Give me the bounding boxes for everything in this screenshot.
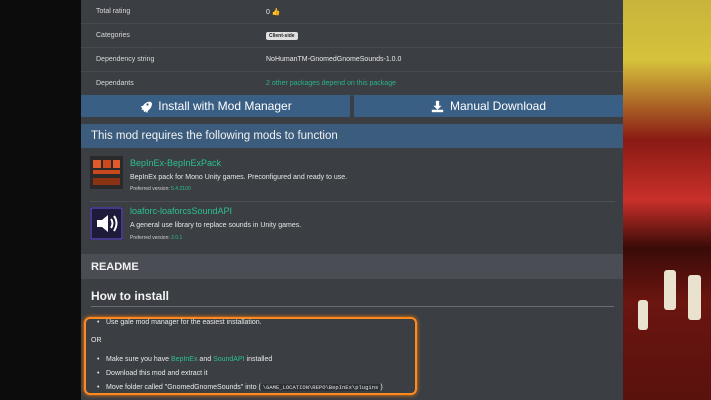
package-info-table: Total rating 0 👍 Categories Client-side … xyxy=(81,0,623,96)
list-item-text: Download this mod and extract it xyxy=(106,370,208,377)
list-item-text: Make sure you have xyxy=(106,356,170,363)
info-key: Total rating xyxy=(96,8,131,15)
bepinex-link[interactable]: BepInEx xyxy=(171,356,197,363)
path-code: \GAME_LOCATION\REPO\BepInEx\plugins xyxy=(260,384,381,391)
preferred-version-link[interactable]: 5.4.2100 xyxy=(171,186,190,192)
list-item: • Move folder called "GnomedGnomeSounds"… xyxy=(97,384,383,391)
info-key: Dependency string xyxy=(96,56,155,63)
readme-content: How to install • Use gale mod manager for… xyxy=(81,279,623,400)
list-item-text: Move folder called "GnomedGnomeSounds" i… xyxy=(106,384,261,391)
install-button-label: Install with Mod Manager xyxy=(158,99,292,113)
install-mod-manager-button[interactable]: Install with Mod Manager xyxy=(81,95,350,117)
rating-count: 0 xyxy=(266,8,270,16)
rating-value: 0 👍 xyxy=(266,8,281,16)
requirements-header: This mod requires the following mods to … xyxy=(81,124,623,148)
readme-header: README xyxy=(81,254,623,279)
info-row-categories: Categories Client-side xyxy=(81,24,623,48)
preferred-version-link[interactable]: 2.0.1 xyxy=(171,235,182,241)
list-item-text: installed xyxy=(246,356,273,363)
info-row-dependency-string: Dependency string NoHumanTM-GnomedGnomeS… xyxy=(81,48,623,72)
list-item: • Make sure you have BepInEx and SoundAP… xyxy=(97,356,273,363)
list-item-text: and xyxy=(199,356,212,363)
manual-download-button[interactable]: Manual Download xyxy=(354,95,623,117)
divider xyxy=(90,201,615,202)
download-button-label: Manual Download xyxy=(449,99,547,113)
info-row-rating: Total rating 0 👍 xyxy=(81,0,623,24)
dependency-name-link[interactable]: BepInEx-BepInExPack xyxy=(130,158,221,168)
list-item-text: ) xyxy=(380,384,383,391)
readme-section-title: How to install xyxy=(91,289,169,303)
thumbs-up-icon[interactable]: 👍 xyxy=(272,9,281,16)
dependency-description: A general use library to replace sounds … xyxy=(130,222,302,229)
dependency-name-link[interactable]: loaforc-loaforcsSoundAPI xyxy=(130,206,232,216)
package-page: Total rating 0 👍 Categories Client-side … xyxy=(81,0,623,400)
soundapi-link[interactable]: SoundAPI xyxy=(213,356,245,363)
preferred-version-label: Preferred version: xyxy=(130,235,170,241)
dependants-link[interactable]: 2 other packages depend on this package xyxy=(266,80,396,87)
background-art xyxy=(622,0,711,400)
preferred-version: Preferred version: 2.0.1 xyxy=(130,235,182,241)
sound-api-logo-icon[interactable] xyxy=(90,207,123,240)
categories-value: Client-side xyxy=(266,31,298,40)
dependency-string-value: NoHumanTM-GnomedGnomeSounds-1.0.0 xyxy=(266,56,402,63)
requirements-list: BepInEx-BepInExPack BepInEx pack for Mon… xyxy=(81,148,623,246)
rocket-icon xyxy=(140,101,153,113)
preferred-version-label: Preferred version: xyxy=(130,186,170,192)
list-item: • Download this mod and extract it xyxy=(97,370,208,377)
download-icon xyxy=(431,100,444,112)
preferred-version: Preferred version: 5.4.2100 xyxy=(130,186,191,192)
info-row-dependants: Dependants 2 other packages depend on th… xyxy=(81,72,623,96)
info-key: Dependants xyxy=(96,80,134,87)
info-key: Categories xyxy=(96,32,130,39)
page-left-margin xyxy=(0,0,81,400)
or-text: OR xyxy=(91,337,102,344)
section-rule xyxy=(91,306,614,307)
list-item-text: Use gale mod manager for the easiest ins… xyxy=(106,319,262,326)
bepinex-logo-icon[interactable] xyxy=(90,156,123,189)
dependency-description: BepInEx pack for Mono Unity games. Preco… xyxy=(130,174,348,181)
list-item: • Use gale mod manager for the easiest in… xyxy=(97,319,262,326)
category-badge[interactable]: Client-side xyxy=(266,31,298,40)
